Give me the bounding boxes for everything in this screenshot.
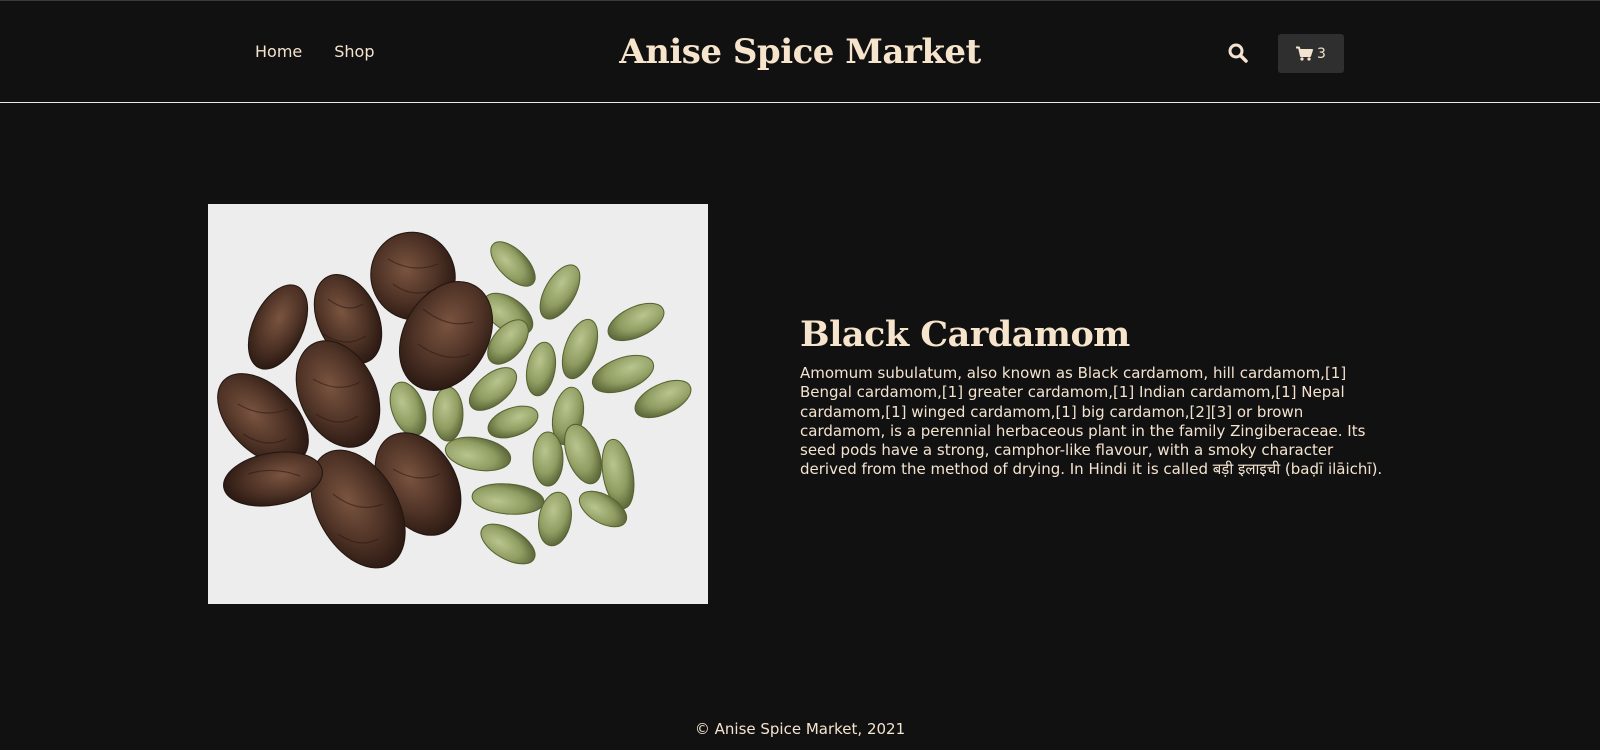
- product-description: Amomum subulatum, also known as Black ca…: [800, 364, 1383, 479]
- product-title: Black Cardamom: [800, 314, 1130, 355]
- site-header: Home Shop Anise Spice Market 3: [0, 0, 1600, 103]
- cart-count: 3: [1317, 45, 1326, 62]
- cart-button[interactable]: 3: [1278, 34, 1344, 73]
- site-title[interactable]: Anise Spice Market: [0, 32, 1600, 72]
- search-icon: [1228, 43, 1248, 63]
- product-image: [208, 204, 708, 604]
- cart-icon: [1296, 46, 1314, 61]
- search-button[interactable]: [1226, 41, 1250, 65]
- footer-copyright: © Anise Spice Market, 2021: [694, 720, 906, 738]
- cardamom-pods-picture: [208, 204, 708, 604]
